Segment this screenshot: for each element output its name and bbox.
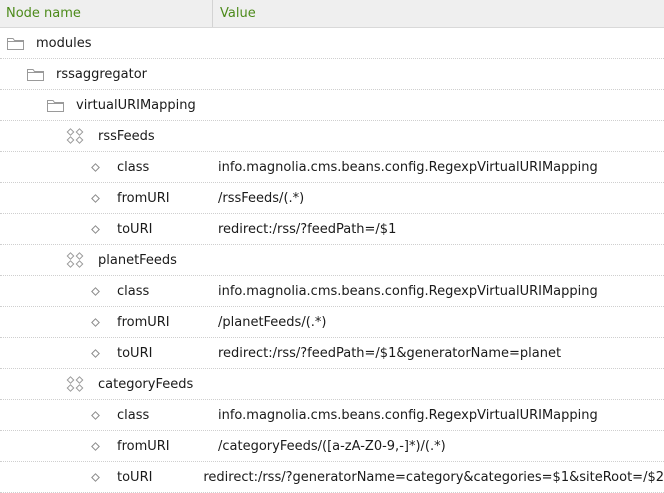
node-name: class [117,407,150,423]
tree-row-planetfeeds[interactable]: planetFeeds [0,245,664,276]
tree-row-property[interactable]: class info.magnolia.cms.beans.config.Reg… [0,276,664,307]
property-icon [88,190,102,206]
node-name-cell: toURI [0,469,198,485]
node-value[interactable]: redirect:/rss/?feedPath=/$1 [213,222,664,237]
node-value[interactable]: redirect:/rss/?generatorName=category&ca… [198,470,664,485]
property-icon [88,283,102,299]
node-value[interactable]: /categoryFeeds/([a-zA-Z0-9,-]*)/(.*) [213,439,664,454]
node-name: class [117,283,150,299]
content-node-icon [66,252,84,268]
node-value[interactable]: /planetFeeds/(.*) [213,315,664,330]
tree-row-property[interactable]: class info.magnolia.cms.beans.config.Reg… [0,400,664,431]
node-name: rssaggregator [56,66,148,82]
node-name: fromURI [117,190,170,206]
property-icon [88,407,102,423]
tree-row-modules[interactable]: modules [0,28,664,59]
property-icon [88,314,102,330]
node-name: categoryFeeds [98,376,194,392]
property-icon [88,345,102,361]
node-name-cell: class [0,159,213,175]
folder-icon [46,97,64,113]
table-header: Node name Value [0,0,664,28]
node-name-cell: virtualURIMapping [0,97,213,113]
node-name: toURI [117,221,153,237]
node-name: rssFeeds [98,128,155,144]
property-icon [88,221,102,237]
node-name-cell: rssFeeds [0,128,213,144]
tree-row-rssaggregator[interactable]: rssaggregator [0,59,664,90]
node-name-cell: fromURI [0,438,213,454]
property-icon [88,159,102,175]
node-name: fromURI [117,314,170,330]
node-value[interactable]: redirect:/rss/?feedPath=/$1&generatorNam… [213,346,664,361]
content-node-icon [66,376,84,392]
node-name: toURI [117,469,153,485]
node-name-cell: fromURI [0,190,213,206]
node-value[interactable]: info.magnolia.cms.beans.config.RegexpVir… [213,160,664,175]
node-value[interactable]: info.magnolia.cms.beans.config.RegexpVir… [213,408,664,423]
node-name: virtualURIMapping [76,97,196,113]
column-header-node-name[interactable]: Node name [0,0,213,27]
node-name-cell: categoryFeeds [0,376,213,392]
node-name-cell: toURI [0,221,213,237]
tree-row-rssfeeds[interactable]: rssFeeds [0,121,664,152]
folder-icon [6,35,24,51]
node-name-cell: fromURI [0,314,213,330]
node-value[interactable]: /rssFeeds/(.*) [213,191,664,206]
tree-row-property[interactable]: fromURI /rssFeeds/(.*) [0,183,664,214]
tree-table: Node name Value modules rssaggregator vi… [0,0,664,493]
tree-row-property[interactable]: toURI redirect:/rss/?generatorName=categ… [0,462,664,493]
node-value[interactable]: info.magnolia.cms.beans.config.RegexpVir… [213,284,664,299]
node-name-cell: class [0,407,213,423]
tree-row-categoryfeeds[interactable]: categoryFeeds [0,369,664,400]
node-name-cell: class [0,283,213,299]
node-name: class [117,159,150,175]
node-name: fromURI [117,438,170,454]
node-name-cell: planetFeeds [0,252,213,268]
tree-row-property[interactable]: toURI redirect:/rss/?feedPath=/$1 [0,214,664,245]
node-name-cell: modules [0,35,213,51]
tree-row-property[interactable]: class info.magnolia.cms.beans.config.Reg… [0,152,664,183]
property-icon [88,438,102,454]
node-name-cell: toURI [0,345,213,361]
property-icon [88,469,102,485]
content-node-icon [66,128,84,144]
tree-row-virtualurimapping[interactable]: virtualURIMapping [0,90,664,121]
node-name: modules [36,35,92,51]
tree-row-property[interactable]: fromURI /planetFeeds/(.*) [0,307,664,338]
tree-row-property[interactable]: fromURI /categoryFeeds/([a-zA-Z0-9,-]*)/… [0,431,664,462]
column-header-value[interactable]: Value [213,0,664,27]
node-name: planetFeeds [98,252,177,268]
tree-row-property[interactable]: toURI redirect:/rss/?feedPath=/$1&genera… [0,338,664,369]
node-name: toURI [117,345,153,361]
node-name-cell: rssaggregator [0,66,213,82]
folder-icon [26,66,44,82]
